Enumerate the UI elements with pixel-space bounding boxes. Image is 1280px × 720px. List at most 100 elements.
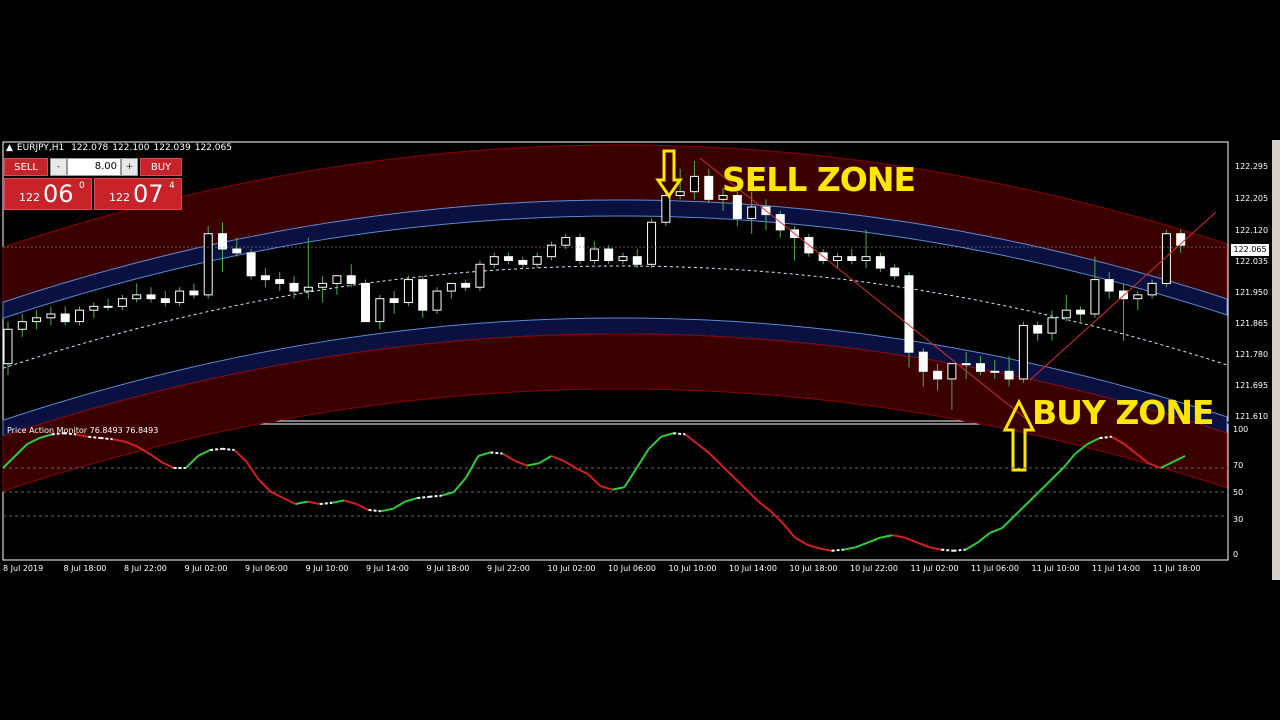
time-tick: 10 Jul 06:00 [608, 564, 656, 573]
osc-line-segment [819, 547, 832, 552]
price-tick: 122.295 [1235, 162, 1269, 171]
candle-body [3, 328, 13, 365]
lot-decrease-button[interactable]: - [50, 158, 67, 176]
price-tick: 121.950 [1235, 288, 1269, 297]
sell-button[interactable]: SELL [4, 158, 48, 176]
candle-body [847, 256, 857, 261]
time-tick: 10 Jul 14:00 [729, 564, 777, 573]
candle-body [346, 275, 356, 284]
candle-body [990, 370, 1000, 373]
candle-body [632, 256, 642, 265]
time-tick: 9 Jul 18:00 [426, 564, 470, 573]
price-tick: 122.120 [1235, 226, 1269, 235]
candle-body [475, 263, 485, 288]
candle-body [890, 267, 900, 277]
osc-tick: 70 [1233, 461, 1244, 470]
osc-line-segment [989, 527, 1003, 534]
candle-body [432, 290, 442, 311]
buy-button[interactable]: BUY [140, 158, 182, 176]
candle-body [132, 294, 142, 300]
osc-line-segment [892, 534, 905, 539]
candle-body [518, 259, 528, 265]
candle-body [647, 221, 657, 265]
osc-line-segment [831, 548, 844, 552]
osc-line-segment [977, 532, 991, 544]
osc-line-segment [941, 548, 954, 552]
osc-line-segment [1099, 435, 1112, 439]
osc-line-segment [648, 436, 662, 450]
candle-body [446, 282, 456, 292]
time-tick: 8 Jul 2019 [3, 564, 44, 573]
indicator-label: Price Action Monitor 76.8493 76.8493 [7, 426, 159, 435]
osc-line-segment [733, 476, 748, 491]
buy-price-button[interactable]: 122 07 4 [94, 178, 182, 210]
candle-body [1161, 233, 1171, 284]
candle-body [704, 175, 714, 200]
osc-line-segment [453, 476, 467, 493]
candle-body [489, 256, 499, 265]
osc-line-segment [490, 451, 503, 455]
time-tick: 9 Jul 06:00 [245, 564, 288, 573]
osc-line-segment [563, 459, 577, 469]
osc-line-segment [1050, 467, 1064, 481]
candle-body [875, 256, 885, 269]
osc-line-segment [295, 500, 308, 505]
osc-tick: 0 [1233, 550, 1239, 559]
current-price-marker: 122.065 [1231, 244, 1269, 256]
candle-body [933, 370, 943, 380]
osc-line-segment [916, 541, 930, 549]
osc-line-segment [1062, 452, 1077, 469]
candle-body [975, 363, 985, 372]
osc-line-segment [575, 467, 589, 475]
osc-line-segment [635, 448, 650, 469]
lot-increase-button[interactable]: + [121, 158, 138, 176]
osc-line-segment [160, 461, 175, 469]
time-tick: 11 Jul 14:00 [1092, 564, 1140, 573]
osc-line-segment [757, 500, 772, 512]
upper-outer-band [2, 144, 1228, 303]
candle-body [1133, 294, 1143, 300]
candle-body [160, 298, 170, 304]
candle-body [117, 298, 127, 307]
collapse-triangle-icon[interactable]: ▲ [6, 143, 13, 153]
candle-body [375, 298, 385, 323]
window-scroll-strip[interactable] [1272, 140, 1280, 580]
osc-line-segment [709, 452, 723, 467]
candle-body [618, 256, 628, 261]
candle-body [461, 282, 471, 288]
osc-line-segment [745, 488, 760, 503]
osc-line-segment [343, 499, 357, 505]
osc-line-segment [1001, 515, 1016, 529]
candle-body [961, 363, 971, 366]
osc-line-segment [245, 461, 260, 481]
candle-body [1018, 324, 1028, 380]
chart-canvas[interactable] [0, 140, 1272, 580]
osc-line-segment [684, 433, 699, 445]
time-tick: 8 Jul 18:00 [63, 564, 107, 573]
osc-tick: 50 [1233, 488, 1244, 497]
osc-line-segment [928, 546, 942, 551]
osc-line-segment [514, 459, 528, 467]
osc-tick: 100 [1233, 425, 1249, 434]
candle-body [89, 305, 99, 311]
candle-body [918, 351, 928, 372]
osc-line-segment [855, 541, 869, 549]
candle-body [175, 290, 185, 304]
candle-body [318, 282, 328, 288]
candle-body [832, 256, 842, 261]
buy-zone-label: BUY ZONE [1032, 393, 1214, 432]
time-tick: 10 Jul 02:00 [547, 564, 596, 573]
sell-price-button[interactable]: 122 06 0 [4, 178, 92, 210]
osc-line-segment [794, 536, 808, 546]
osc-line-segment [587, 473, 601, 487]
lot-size-input[interactable]: 8.00 [67, 158, 121, 176]
candle-body [589, 248, 599, 261]
price-tick: 122.205 [1235, 194, 1269, 203]
osc-line-segment [806, 543, 820, 550]
osc-line-segment [233, 449, 248, 463]
osc-line-segment [673, 432, 686, 436]
osc-line-segment [319, 501, 333, 505]
osc-line-segment [258, 479, 272, 493]
mt4-chart-window[interactable]: ▲ EURJPY,H1 122.078 122.100 122.039 122.065 … [0, 140, 1280, 580]
price-tick: 121.780 [1235, 350, 1269, 359]
